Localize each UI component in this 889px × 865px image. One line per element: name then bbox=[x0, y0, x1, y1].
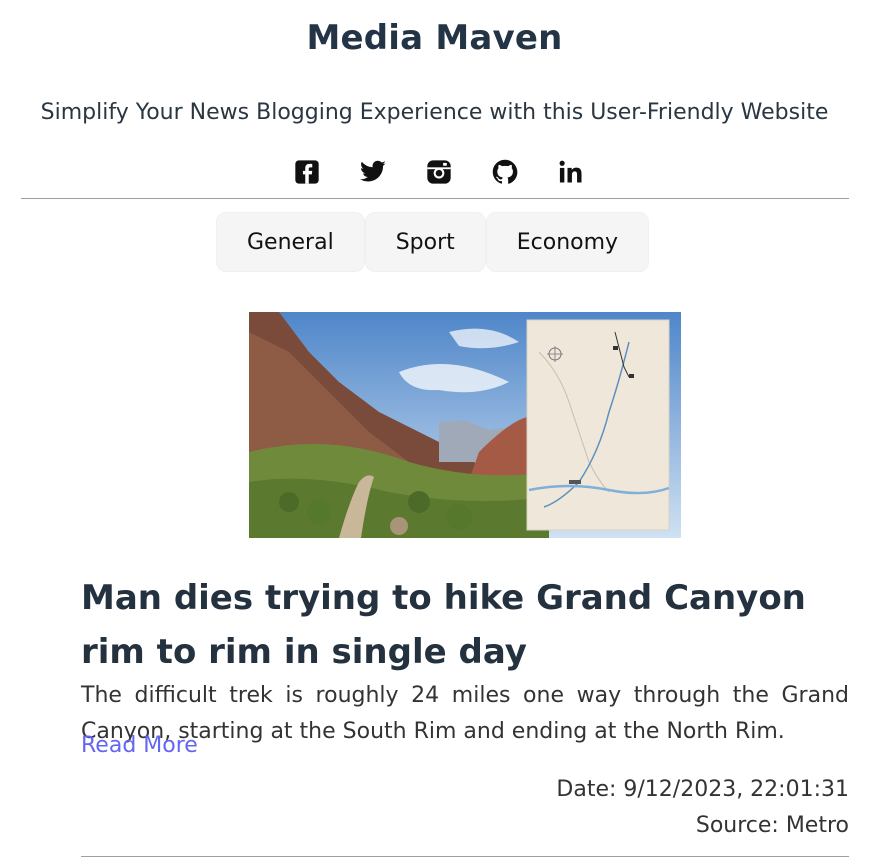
tab-economy[interactable]: Economy bbox=[485, 212, 650, 272]
social-links bbox=[292, 156, 586, 188]
facebook-icon[interactable] bbox=[292, 157, 322, 187]
article-date: Date: 9/12/2023, 22:01:31 bbox=[556, 777, 849, 802]
tab-sport[interactable]: Sport bbox=[364, 212, 486, 272]
twitter-icon[interactable] bbox=[358, 157, 388, 187]
article-title[interactable]: Man dies trying to hike Grand Canyon rim… bbox=[81, 571, 851, 679]
site-tagline: Simplify Your News Blogging Experience w… bbox=[40, 100, 829, 125]
article-meta: Date: 9/12/2023, 22:01:31 Source: Metro bbox=[556, 772, 849, 844]
article-divider bbox=[81, 856, 849, 857]
site-title: Media Maven bbox=[306, 18, 563, 58]
instagram-icon[interactable] bbox=[424, 157, 454, 187]
linkedin-icon[interactable] bbox=[556, 157, 586, 187]
article-image[interactable] bbox=[249, 312, 681, 538]
category-tabs: General Sport Economy bbox=[216, 212, 650, 272]
github-icon[interactable] bbox=[490, 157, 520, 187]
article-source: Source: Metro bbox=[695, 813, 849, 838]
header-divider bbox=[21, 198, 849, 199]
tab-general[interactable]: General bbox=[216, 212, 365, 272]
read-more-link[interactable]: Read More bbox=[81, 728, 198, 764]
